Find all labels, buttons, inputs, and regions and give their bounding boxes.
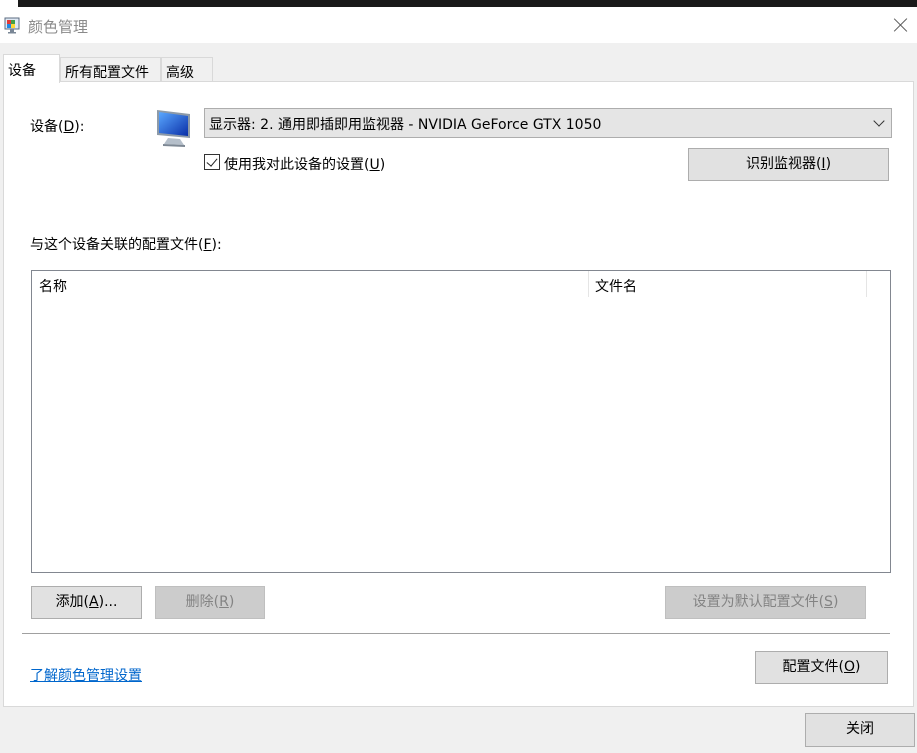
tab-device[interactable]: 设备 <box>3 54 60 83</box>
column-header-filename[interactable]: 文件名 <box>595 271 865 299</box>
background-window-edge <box>18 0 917 7</box>
window-title: 颜色管理 <box>28 18 89 36</box>
column-header-name[interactable]: 名称 <box>39 271 589 299</box>
tab-all-profiles[interactable]: 所有配置文件 <box>60 57 161 83</box>
identify-monitors-button[interactable]: 识别监视器(I) <box>688 148 889 181</box>
device-select[interactable]: 显示器: 2. 通用即插即用监视器 - NVIDIA GeForce GTX 1… <box>204 108 892 138</box>
use-my-settings-checkbox[interactable] <box>204 154 220 170</box>
tab-advanced[interactable]: 高级 <box>161 57 213 83</box>
device-select-value: 显示器: 2. 通用即插即用监视器 - NVIDIA GeForce GTX 1… <box>209 117 602 133</box>
tab-advanced-label: 高级 <box>166 65 194 81</box>
device-label: 设备(D): <box>30 119 85 135</box>
column-divider[interactable] <box>866 271 867 297</box>
profiles-button[interactable]: 配置文件(O) <box>755 651 888 684</box>
set-default-profile-button[interactable]: 设置为默认配置文件(S) <box>665 586 866 619</box>
add-profile-button[interactable]: 添加(A)... <box>31 586 142 619</box>
close-window-icon[interactable] <box>891 15 911 35</box>
close-button[interactable]: 关闭 <box>805 713 915 747</box>
use-my-settings-label[interactable]: 使用我对此设备的设置(U) <box>224 154 385 174</box>
tab-all-profiles-label: 所有配置文件 <box>65 65 149 81</box>
color-management-app-icon <box>4 17 20 34</box>
learn-color-management-link[interactable]: 了解颜色管理设置 <box>30 665 142 685</box>
associated-profiles-label: 与这个设备关联的配置文件(F): <box>30 237 222 253</box>
divider <box>22 633 890 634</box>
title-bar: 颜色管理 <box>0 7 917 43</box>
background-strip <box>0 0 917 7</box>
color-management-dialog: 颜色管理 设备 所有配置文件 高级 设备(D): 显示器: 2. 通用即插即用监… <box>0 7 917 753</box>
remove-profile-button[interactable]: 删除(R) <box>155 586 265 619</box>
profiles-list[interactable]: 名称 文件名 <box>31 270 891 573</box>
chevron-down-icon <box>873 115 885 127</box>
device-tab-panel: 设备(D): 显示器: 2. 通用即插即用监视器 - NVIDIA GeForc… <box>3 81 914 707</box>
column-divider[interactable] <box>588 271 589 297</box>
tab-device-label: 设备 <box>8 63 36 79</box>
monitor-icon <box>157 110 190 147</box>
